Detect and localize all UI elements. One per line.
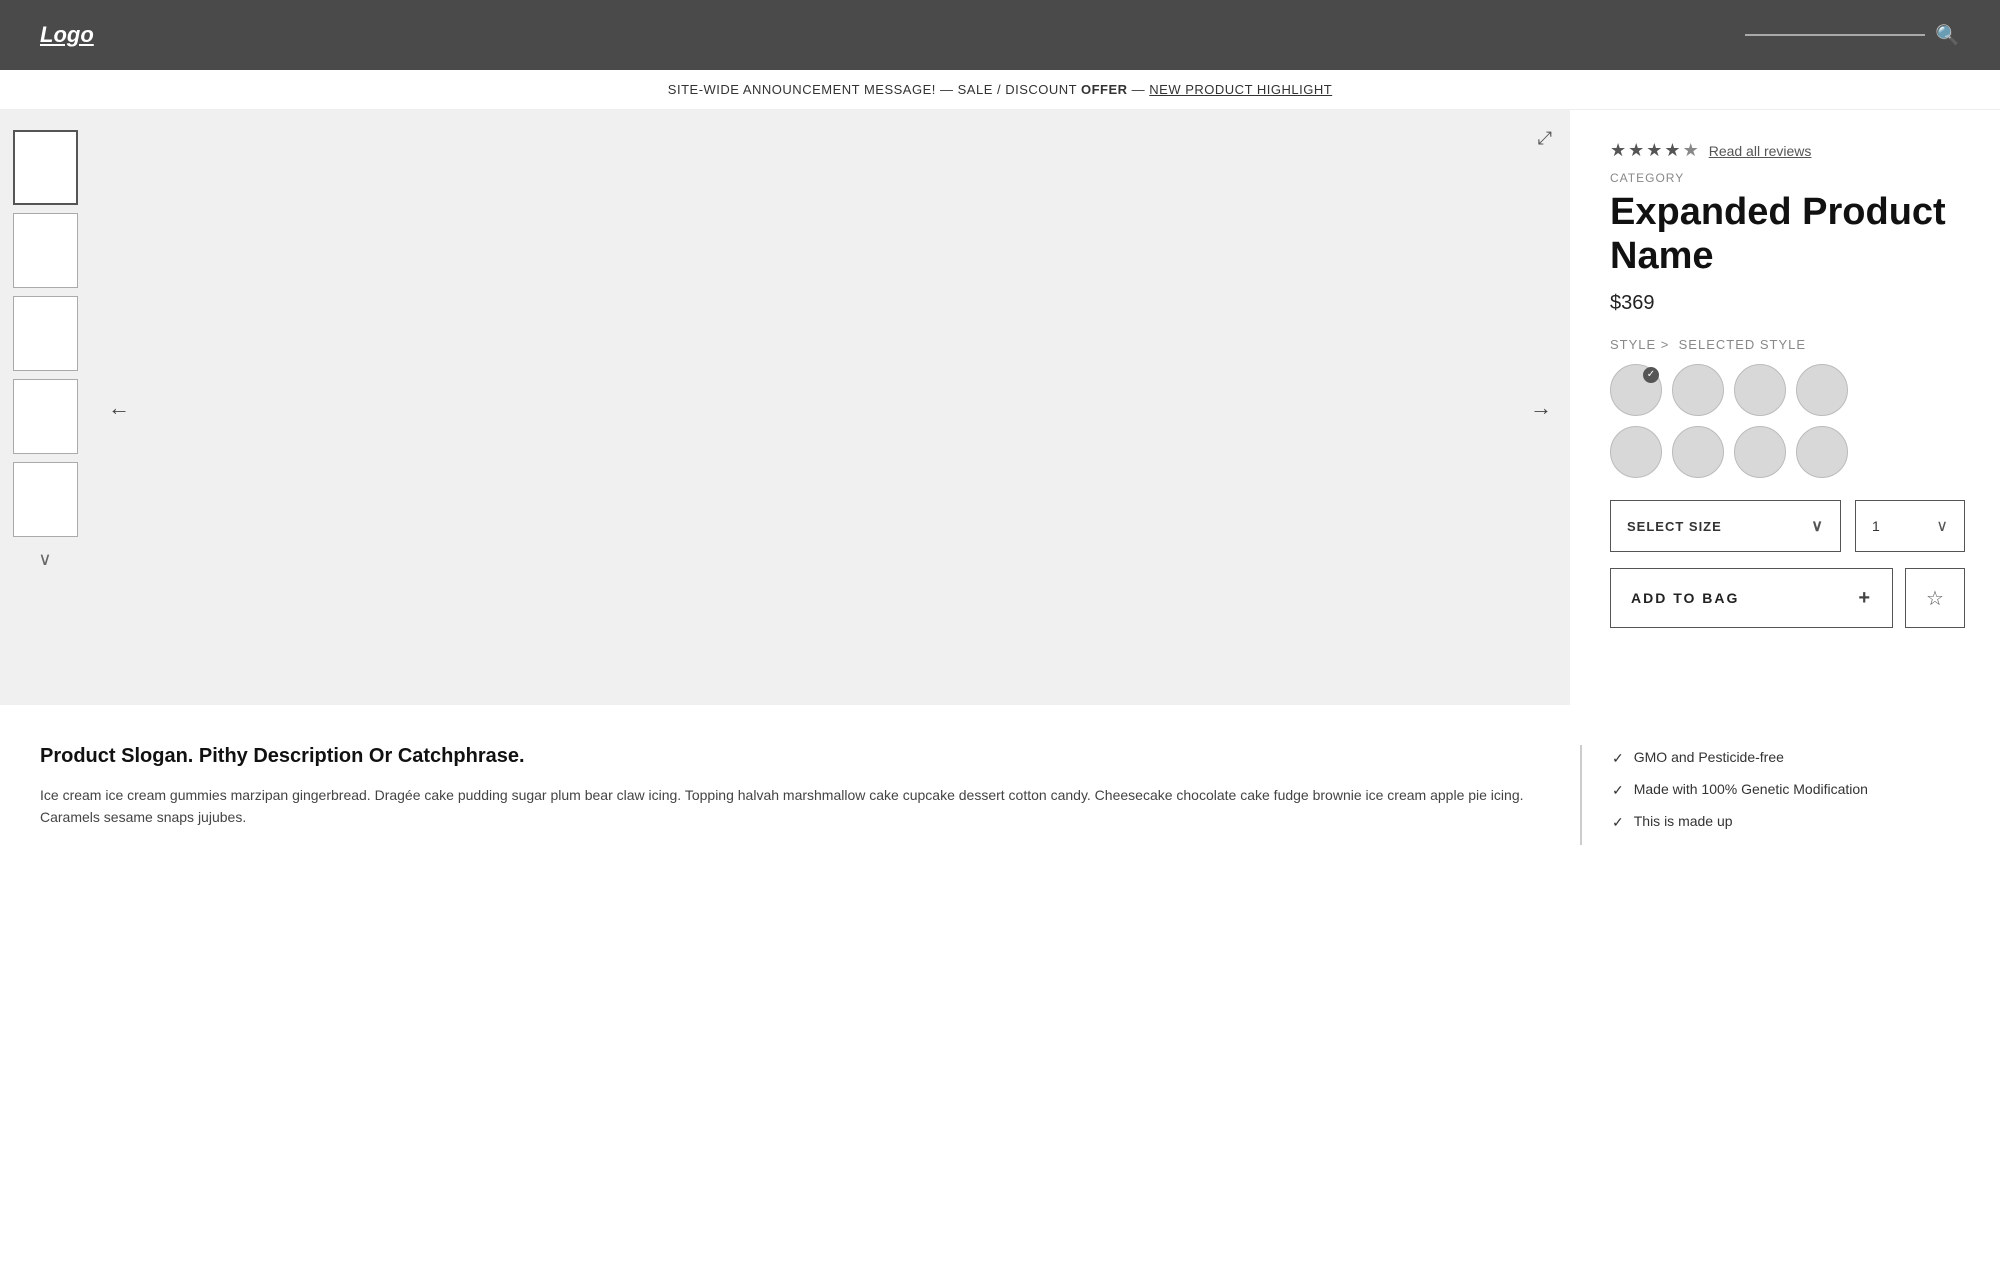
wishlist-button[interactable]: ☆ (1905, 568, 1965, 628)
swatch-4[interactable] (1796, 364, 1848, 416)
check-icon-3: ✓ (1612, 814, 1624, 831)
image-next-button[interactable]: → (1522, 387, 1560, 429)
product-slogan: Product Slogan. Pithy Description Or Cat… (40, 745, 1540, 768)
star-3: ★ (1646, 140, 1662, 161)
logo[interactable]: Logo (40, 22, 94, 48)
thumbnail-1[interactable] (13, 130, 78, 205)
wishlist-icon: ☆ (1926, 586, 1944, 611)
announcement-dash2: — (1132, 82, 1150, 97)
star-rating: ★ ★ ★ ★ ★ (1610, 140, 1699, 161)
add-to-bag-label: ADD TO BAG (1631, 590, 1739, 606)
swatch-2[interactable] (1672, 364, 1724, 416)
size-label: SELECT SIZE (1627, 519, 1722, 534)
rating-row: ★ ★ ★ ★ ★ Read all reviews (1610, 140, 1965, 161)
thumbnail-5[interactable] (13, 462, 78, 537)
announcement-link[interactable]: NEW PRODUCT HIGHLIGHT (1149, 82, 1332, 97)
thumbnail-column: ∨ (0, 110, 90, 705)
search-bar-decoration (1745, 34, 1925, 36)
thumbnail-scroll-down-icon[interactable]: ∨ (38, 549, 51, 570)
swatch-5[interactable] (1610, 426, 1662, 478)
product-price: $369 (1610, 292, 1965, 315)
style-selected-text: SELECTED STYLE (1674, 337, 1806, 352)
product-description: Product Slogan. Pithy Description Or Cat… (40, 745, 1540, 845)
image-prev-button[interactable]: ← (100, 387, 138, 429)
feature-2: ✓ Made with 100% Genetic Modification (1612, 781, 1960, 799)
style-label-text: STYLE > (1610, 337, 1669, 352)
qty-chevron-icon: ∨ (1936, 516, 1948, 536)
read-reviews-link[interactable]: Read all reviews (1709, 143, 1812, 159)
feature-1-text: GMO and Pesticide-free (1634, 749, 1784, 765)
announcement-text1: SITE-WIDE ANNOUNCEMENT MESSAGE! (668, 82, 936, 97)
swatch-1[interactable] (1610, 364, 1662, 416)
announcement-bar: SITE-WIDE ANNOUNCEMENT MESSAGE! — SALE /… (0, 70, 2000, 110)
category-label: CATEGORY (1610, 171, 1965, 185)
image-section: ∨ ⤢ ← → (0, 110, 1570, 705)
star-5: ★ (1683, 140, 1699, 161)
header: Logo 🔍 (0, 0, 2000, 70)
search-icon[interactable]: 🔍 (1935, 23, 1960, 48)
swatch-8[interactable] (1796, 426, 1848, 478)
quantity-select[interactable]: 1 ∨ (1855, 500, 1965, 552)
check-icon-1: ✓ (1612, 750, 1624, 767)
thumbnail-4[interactable] (13, 379, 78, 454)
search-area: 🔍 (1745, 23, 1960, 48)
product-body: Ice cream ice cream gummies marzipan gin… (40, 784, 1540, 829)
plus-icon: + (1858, 587, 1872, 610)
style-label: STYLE > SELECTED STYLE (1610, 337, 1965, 352)
check-icon-2: ✓ (1612, 782, 1624, 799)
size-chevron-icon: ∨ (1811, 516, 1824, 536)
thumbnail-3[interactable] (13, 296, 78, 371)
feature-1: ✓ GMO and Pesticide-free (1612, 749, 1960, 767)
swatch-7[interactable] (1734, 426, 1786, 478)
announcement-dash1: — (940, 82, 958, 97)
product-features: ✓ GMO and Pesticide-free ✓ Made with 100… (1580, 745, 1960, 845)
star-2: ★ (1628, 140, 1644, 161)
color-swatches (1610, 364, 1965, 478)
star-1: ★ (1610, 140, 1626, 161)
feature-2-text: Made with 100% Genetic Modification (1634, 781, 1868, 797)
announcement-text2: SALE / DISCOUNT (958, 82, 1077, 97)
swatch-6[interactable] (1672, 426, 1724, 478)
feature-3-text: This is made up (1634, 813, 1733, 829)
main-image-area: ⤢ ← → (90, 110, 1570, 705)
product-name: Expanded Product Name (1610, 191, 1965, 278)
star-4: ★ (1664, 140, 1680, 161)
announcement-offer: OFFER (1081, 82, 1128, 97)
size-qty-row: SELECT SIZE ∨ 1 ∨ (1610, 500, 1965, 552)
quantity-value: 1 (1872, 518, 1880, 534)
main-content: ∨ ⤢ ← → ★ ★ ★ ★ ★ Read all reviews CATEG… (0, 110, 2000, 705)
thumbnail-2[interactable] (13, 213, 78, 288)
add-to-bag-button[interactable]: ADD TO BAG + (1610, 568, 1893, 628)
product-section: ★ ★ ★ ★ ★ Read all reviews CATEGORY Expa… (1570, 110, 2000, 705)
bottom-section: Product Slogan. Pithy Description Or Cat… (0, 705, 2000, 845)
expand-icon[interactable]: ⤢ (1538, 128, 1552, 149)
feature-3: ✓ This is made up (1612, 813, 1960, 831)
size-select[interactable]: SELECT SIZE ∨ (1610, 500, 1841, 552)
add-row: ADD TO BAG + ☆ (1610, 568, 1965, 628)
swatch-3[interactable] (1734, 364, 1786, 416)
